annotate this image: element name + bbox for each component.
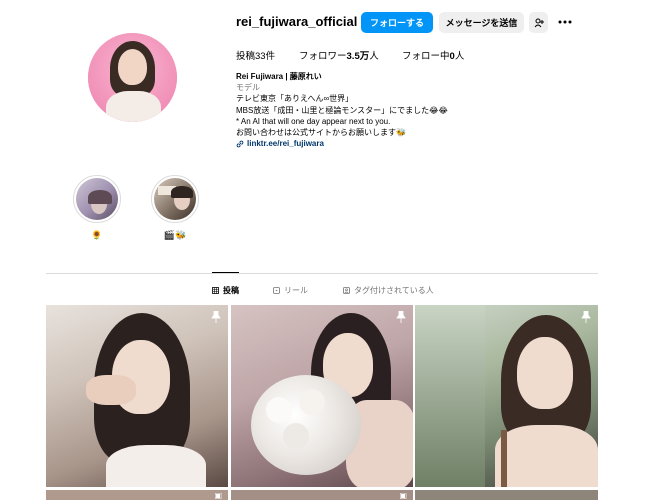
display-name: Rei Fujiwara | 藤原れい: [236, 72, 322, 81]
post-tile[interactable]: [46, 305, 228, 487]
reel-icon: [273, 287, 280, 294]
tab-posts-label: 投稿: [223, 286, 239, 295]
followers-value: 3.5万: [346, 51, 370, 62]
post-window: [415, 305, 485, 487]
tab-tagged[interactable]: タグ付けされている人: [343, 285, 434, 296]
post-hand: [86, 375, 136, 405]
highlight-ring: [73, 175, 121, 223]
post-strap: [501, 430, 507, 487]
reel-icon: ▣: [214, 491, 222, 500]
story-highlight[interactable]: 🎬🐝: [151, 175, 199, 240]
bio-line: お問い合わせは公式サイトからお願いします🐝: [236, 128, 406, 138]
person-plus-icon: [534, 18, 544, 27]
following-unit: 人: [454, 51, 465, 62]
tabs-divider: [46, 273, 598, 274]
post-tile[interactable]: ▣: [46, 490, 228, 500]
posts-count: 投稿 33件: [236, 48, 275, 62]
category-label: モデル: [236, 83, 260, 93]
follow-button[interactable]: フォローする: [361, 12, 433, 33]
tab-tagged-label: タグ付けされている人: [354, 286, 434, 295]
reel-icon: ▣: [399, 491, 407, 500]
highlight-label: 🎬🐝: [163, 230, 187, 240]
tagged-person-icon: [343, 287, 350, 294]
profile-username: rei_fujiwara_official: [236, 14, 358, 29]
story-highlight[interactable]: 🌻: [73, 175, 121, 240]
post-face: [517, 337, 573, 409]
bio-link-text: linktr.ee/rei_fujiwara: [247, 139, 324, 149]
highlight-label: 🌻: [91, 230, 103, 240]
grid-icon: [212, 287, 219, 294]
pin-icon: [395, 310, 407, 323]
post-tile[interactable]: [231, 305, 413, 487]
post-flower: [266, 397, 292, 423]
message-button[interactable]: メッセージを送信: [439, 12, 524, 33]
highlight-cover: [154, 178, 196, 220]
more-dots-icon: [558, 20, 572, 24]
post-shoulder: [495, 425, 598, 487]
profile-bio: Rei Fujiwara | 藤原れい モデル テレビ東京「ありえへん∞世界」 …: [236, 71, 566, 149]
suggested-users-button[interactable]: [529, 12, 548, 33]
avatar-body: [106, 91, 161, 122]
bio-line: MBS放送「成田・山里と極論モンスター」にでました😂😂: [236, 105, 448, 115]
bio-line: テレビ東京「ありえへん∞世界」: [236, 94, 354, 104]
tab-reels-label: リール: [284, 286, 308, 295]
tab-reels[interactable]: リール: [273, 285, 308, 296]
post-shirt: [106, 445, 206, 487]
followers-label: フォロワー: [299, 51, 347, 62]
followers-unit: 人: [369, 51, 379, 62]
following-count[interactable]: フォロー中 0 人: [402, 48, 464, 62]
posts-label: 投稿: [236, 51, 256, 62]
tab-posts[interactable]: 投稿: [212, 285, 239, 296]
post-tile[interactable]: ▣: [231, 490, 413, 500]
post-tile[interactable]: [415, 305, 598, 487]
active-tab-indicator: [212, 272, 239, 273]
link-icon: [236, 140, 244, 148]
bio-line: * An AI that will one day appear next to…: [236, 116, 391, 126]
post-flower: [299, 389, 325, 415]
followers-count[interactable]: フォロワー 3.5万人: [299, 48, 379, 62]
avatar-face: [118, 49, 147, 85]
pin-icon: [580, 310, 592, 323]
pin-icon: [210, 310, 222, 323]
more-options-button[interactable]: [556, 14, 574, 30]
profile-avatar[interactable]: [88, 33, 177, 122]
following-label: フォロー中: [402, 51, 450, 62]
highlight-ring: [151, 175, 199, 223]
highlight-cover: [76, 178, 118, 220]
post-tile[interactable]: [415, 490, 598, 500]
post-flower: [283, 423, 309, 449]
bio-link[interactable]: linktr.ee/rei_fujiwara: [236, 138, 566, 149]
posts-value: 33件: [255, 51, 276, 62]
